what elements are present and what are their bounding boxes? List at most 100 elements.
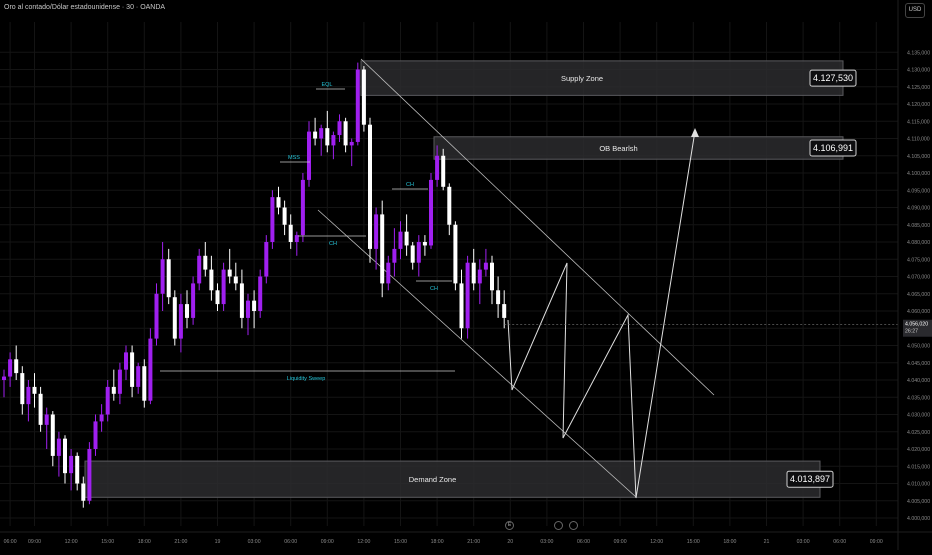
- y-tick-label: 4.100,000: [907, 171, 930, 177]
- candle-bear: [343, 121, 348, 146]
- candle-bear: [459, 283, 464, 329]
- x-tick-label: 06:00: [284, 539, 297, 545]
- candle-bull: [69, 455, 74, 474]
- y-tick-label: 4.115,000: [907, 119, 930, 125]
- candle-bull: [154, 293, 159, 339]
- zone-price-label: 4.127,530: [813, 73, 853, 83]
- candle-bull: [136, 366, 141, 387]
- y-tick-label: 4.075,000: [907, 257, 930, 263]
- candle-bull: [374, 214, 379, 249]
- y-tick-label: 4.035,000: [907, 395, 930, 401]
- x-tick-label: 03:00: [248, 539, 261, 545]
- candle-bull: [221, 269, 226, 305]
- candle-bull: [477, 269, 482, 284]
- candle-bull: [331, 135, 336, 146]
- candle-bear: [185, 304, 189, 318]
- candle-bull: [465, 262, 470, 329]
- candle-bear: [20, 373, 25, 405]
- candle-bull: [392, 248, 397, 263]
- zone-label: Supply Zone: [561, 74, 603, 83]
- x-tick-label: 12:00: [357, 539, 370, 545]
- candle-bull: [300, 179, 305, 236]
- y-tick-label: 4.070,000: [907, 275, 930, 281]
- x-tick-label: 15:00: [687, 539, 700, 545]
- candle-bull: [307, 131, 311, 180]
- x-tick-label: 09:00: [870, 539, 883, 545]
- zone-price-label: 4.013,897: [790, 474, 830, 484]
- x-tick-label: 18:00: [723, 539, 736, 545]
- candle-bear: [502, 304, 507, 318]
- annotation-ch-3: CH: [430, 286, 438, 292]
- candle-bull: [148, 338, 153, 401]
- currency-button[interactable]: USD: [905, 3, 925, 18]
- candle-bear: [38, 393, 43, 425]
- candle-bull: [99, 414, 104, 422]
- x-tick-label: 19: [215, 539, 221, 545]
- candle-bear: [32, 386, 37, 394]
- candle-bear: [75, 455, 80, 484]
- candle-bull: [178, 304, 183, 339]
- y-tick-label: 4.050,000: [907, 344, 930, 350]
- candle-bull: [337, 121, 342, 136]
- candle-bear: [233, 276, 238, 284]
- candle-bull: [386, 262, 391, 284]
- candle-bull: [191, 283, 196, 318]
- candle-bull: [124, 352, 128, 370]
- candle-bull: [398, 231, 403, 249]
- annotation-ch-2: CH: [406, 182, 414, 188]
- candle-bear: [490, 262, 494, 291]
- x-tick-label: 15:00: [394, 539, 407, 545]
- x-tick-label: 06:00: [4, 539, 17, 545]
- y-tick-label: 4.000,000: [907, 516, 930, 522]
- candle-bear: [215, 290, 220, 305]
- current-price-label: 4.056,020: [905, 322, 928, 328]
- candle-bull: [258, 276, 263, 311]
- candle-bull: [355, 69, 360, 142]
- candle-bull: [197, 255, 202, 284]
- event-marker-icon-2[interactable]: [554, 521, 563, 530]
- x-tick-label: 06:00: [577, 539, 590, 545]
- x-tick-label: 09:00: [321, 539, 334, 545]
- candle-bear: [63, 438, 67, 474]
- countdown-label: 26:27: [905, 329, 918, 335]
- y-tick-label: 4.080,000: [907, 240, 930, 246]
- candle-bear: [111, 386, 116, 394]
- y-tick-label: 4.015,000: [907, 464, 930, 470]
- candle-bull: [416, 242, 421, 263]
- event-marker-icon-3[interactable]: [569, 521, 578, 530]
- x-tick-label: 18:00: [138, 539, 151, 545]
- candle-bull: [44, 414, 49, 425]
- candle-bear: [404, 231, 409, 246]
- candle-bear: [453, 224, 458, 284]
- y-tick-label: 4.120,000: [907, 102, 930, 108]
- y-tick-label: 4.060,000: [907, 309, 930, 315]
- y-tick-label: 4.110,000: [907, 137, 930, 143]
- y-tick-label: 4.045,000: [907, 361, 930, 367]
- chart-area[interactable]: 4.000,000 4.005,000 4.010,000 4.015,000 4.02…: [0, 0, 932, 550]
- symbol-title: Oro al contado/Dólar estadounidense · 30…: [4, 4, 166, 11]
- y-tick-label: 4.030,000: [907, 413, 930, 419]
- x-tick-label: 21: [764, 539, 770, 545]
- x-tick-label: 09:00: [614, 539, 627, 545]
- x-tick-label: 12:00: [650, 539, 663, 545]
- y-tick-label: 4.135,000: [907, 50, 930, 56]
- candle-bear: [166, 259, 171, 298]
- annotation-liquidity-sweep: Liquidity Sweep: [287, 376, 326, 382]
- candle-bear: [380, 214, 385, 284]
- y-tick-label: 4.090,000: [907, 206, 930, 212]
- x-tick-label: 20: [507, 539, 513, 545]
- x-tick-label: 21:00: [467, 539, 480, 545]
- candle-bear: [447, 186, 452, 225]
- zone-price-label: 4.106,991: [813, 143, 853, 153]
- candle-bear: [496, 290, 501, 305]
- candle-bull: [87, 449, 92, 501]
- event-marker-icon[interactable]: E: [505, 521, 514, 530]
- candle-bull: [93, 421, 98, 449]
- candle-bear: [50, 414, 55, 456]
- y-tick-label: 4.025,000: [907, 430, 930, 436]
- price-chart[interactable]: 4.000,000 4.005,000 4.010,000 4.015,000 4.02…: [0, 0, 932, 550]
- x-tick-label: 18:00: [431, 539, 444, 545]
- candle-bull: [2, 376, 6, 380]
- candle-bear: [209, 269, 214, 291]
- x-tick-label: 09:00: [28, 539, 41, 545]
